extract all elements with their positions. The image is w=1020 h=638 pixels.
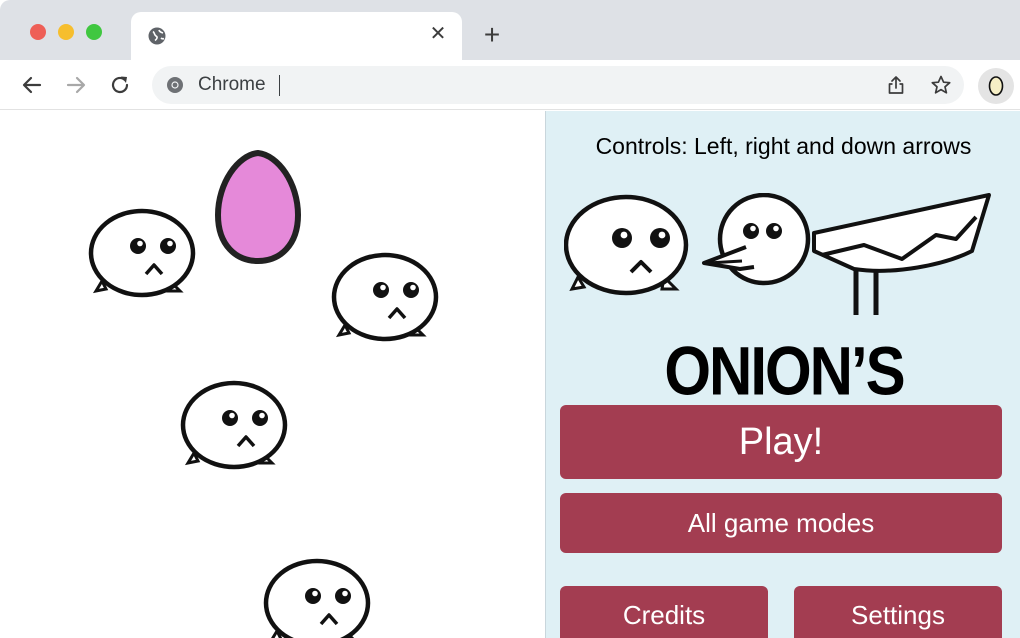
- game-modes-button[interactable]: All game modes: [560, 493, 1002, 553]
- window-minimize-button[interactable]: [58, 24, 74, 40]
- text-caret: [279, 75, 280, 96]
- hero-illustration: [564, 193, 991, 315]
- globe-icon: [148, 27, 166, 45]
- settings-button[interactable]: Settings: [794, 586, 1002, 638]
- browser-tab[interactable]: ✕: [131, 12, 462, 60]
- bird-sprite: [702, 193, 991, 315]
- onion-sprite: [88, 208, 196, 298]
- share-icon[interactable]: [886, 75, 906, 95]
- chrome-logo-icon: [167, 77, 183, 93]
- onion-sprite: [263, 558, 371, 638]
- tab-close-icon[interactable]: ✕: [426, 22, 450, 46]
- onion-sprite: [180, 380, 288, 470]
- onion-icon: [988, 76, 1004, 96]
- extension-button[interactable]: [978, 68, 1014, 104]
- extension-popup: Controls: Left, right and down arrows ON…: [545, 111, 1020, 638]
- star-icon[interactable]: [930, 74, 952, 96]
- back-arrow-icon[interactable]: [19, 72, 45, 98]
- window-maximize-button[interactable]: [86, 24, 102, 40]
- page-content: Controls: Left, right and down arrows ON…: [0, 111, 1020, 638]
- tab-strip: ✕ +: [0, 0, 1020, 60]
- forward-arrow-icon[interactable]: [63, 72, 89, 98]
- address-bar[interactable]: Chrome: [152, 66, 964, 104]
- omnibox-text: Chrome: [198, 74, 266, 95]
- new-tab-button[interactable]: +: [478, 21, 506, 50]
- reload-icon[interactable]: [107, 72, 133, 98]
- onion-sprite: [564, 194, 689, 296]
- game-area: [0, 111, 545, 638]
- browser-toolbar: Chrome: [0, 60, 1020, 110]
- egg-sprite: [214, 149, 302, 265]
- window-close-button[interactable]: [30, 24, 46, 40]
- play-button[interactable]: Play!: [560, 405, 1002, 479]
- controls-hint: Controls: Left, right and down arrows: [595, 133, 972, 159]
- onion-sprite: [331, 252, 439, 342]
- browser-window: ✕ + Chrome Controls: Left, right and dow…: [0, 0, 1020, 638]
- credits-button[interactable]: Credits: [560, 586, 768, 638]
